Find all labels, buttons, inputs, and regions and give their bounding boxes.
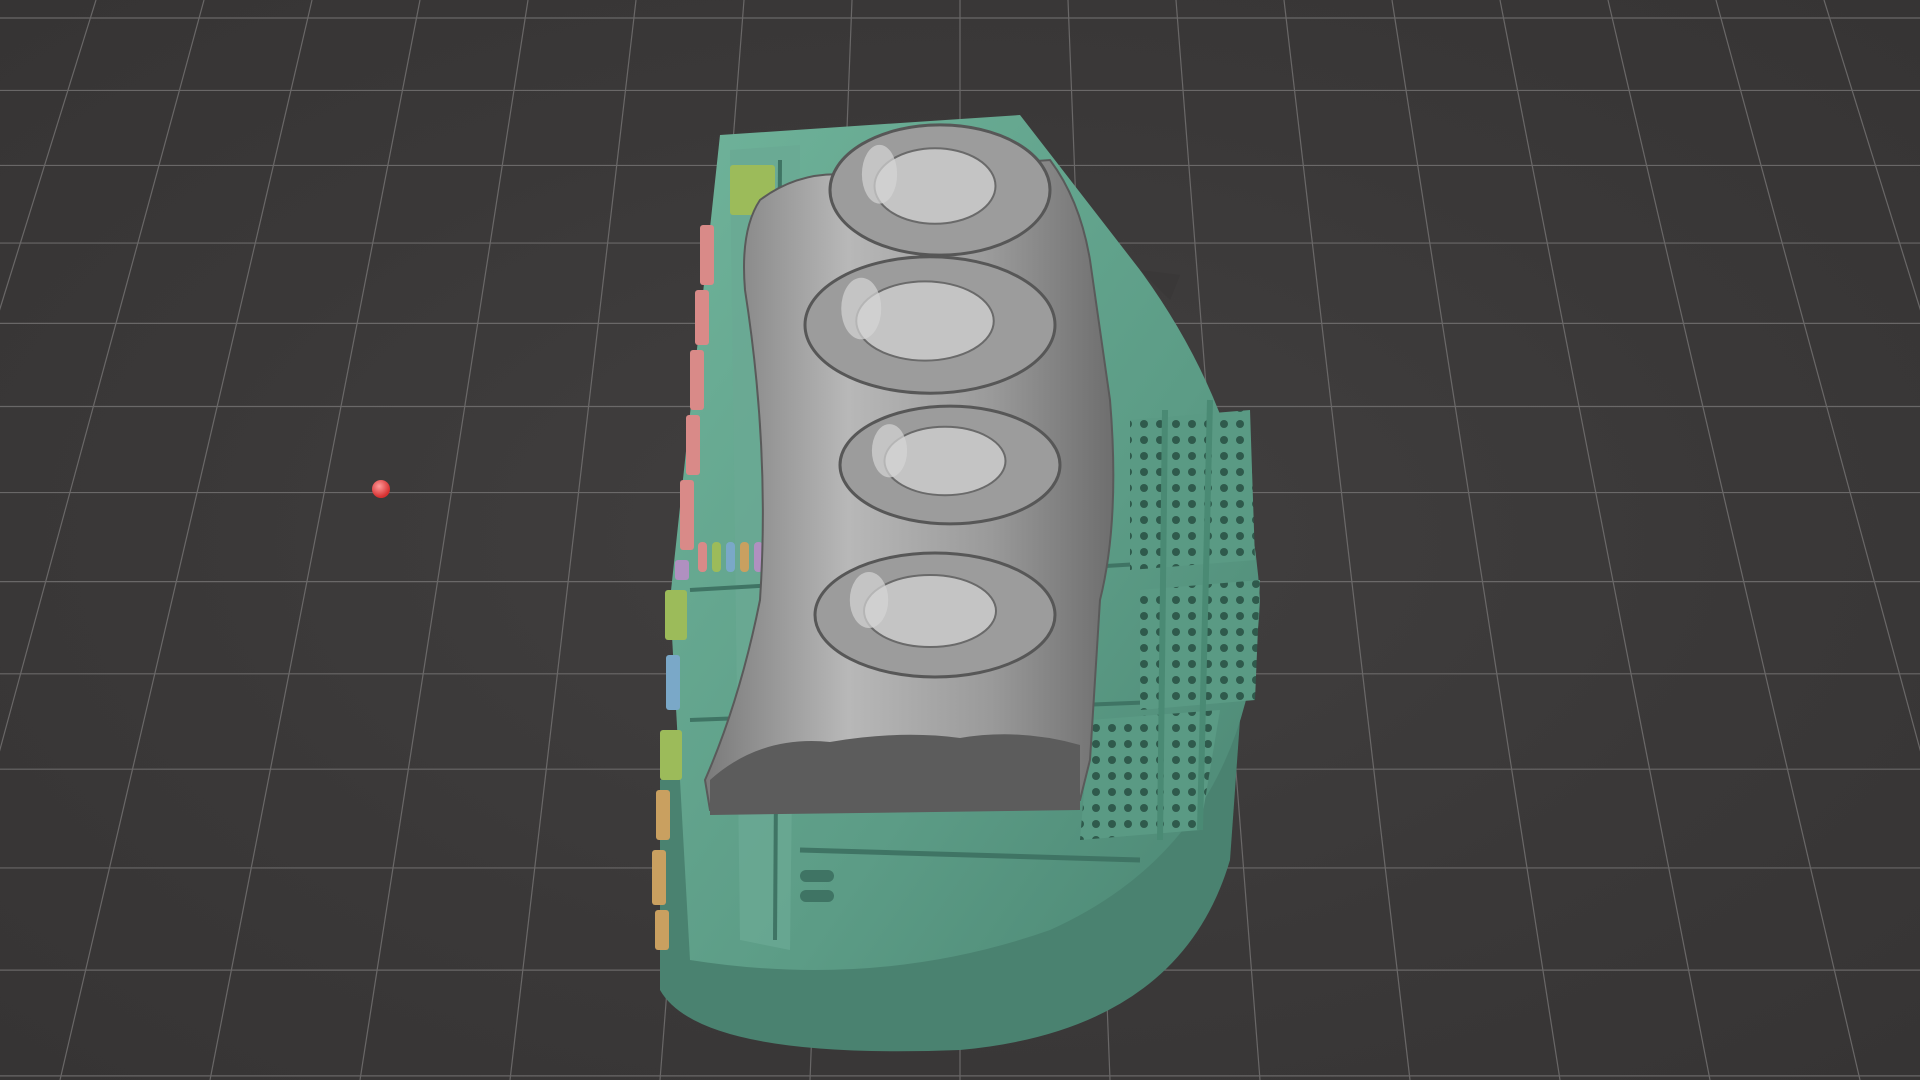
grid-line	[1499, 0, 1711, 1080]
pivot-marker[interactable]	[372, 480, 390, 498]
grid-line	[1391, 0, 1561, 1080]
grid-line	[359, 0, 529, 1080]
grid-line	[509, 0, 637, 1080]
grid-line	[1823, 0, 1920, 311]
support-tab	[680, 480, 694, 550]
grid-line	[1283, 0, 1411, 1080]
tooth-scan-model[interactable]	[703, 123, 1115, 815]
support-tab	[665, 590, 687, 640]
support-tab	[690, 350, 704, 410]
support-tab	[686, 415, 700, 475]
grid-line	[1715, 0, 1920, 752]
support-pill	[726, 542, 735, 572]
3d-viewport[interactable]	[0, 0, 1920, 1080]
support-tab	[675, 560, 689, 580]
support-tab	[655, 910, 669, 950]
grid-line	[1607, 0, 1861, 1080]
tooth-crown	[828, 123, 1052, 257]
grid-line	[209, 0, 421, 1080]
grid-line	[0, 0, 97, 311]
tooth-crown	[813, 551, 1057, 679]
support-pill	[698, 542, 707, 572]
support-tab	[652, 850, 666, 905]
grid-line	[0, 0, 205, 752]
support-pill	[740, 542, 749, 572]
support-tab	[656, 790, 670, 840]
support-tab	[666, 655, 680, 710]
grid-line	[59, 0, 313, 1080]
support-pill	[712, 542, 721, 572]
support-tab	[660, 730, 682, 780]
tooth-crown	[838, 404, 1062, 526]
3d-scene-canvas[interactable]	[0, 0, 1920, 1080]
tooth-crown	[803, 255, 1057, 395]
support-tab	[700, 225, 714, 285]
support-tab	[695, 290, 709, 345]
